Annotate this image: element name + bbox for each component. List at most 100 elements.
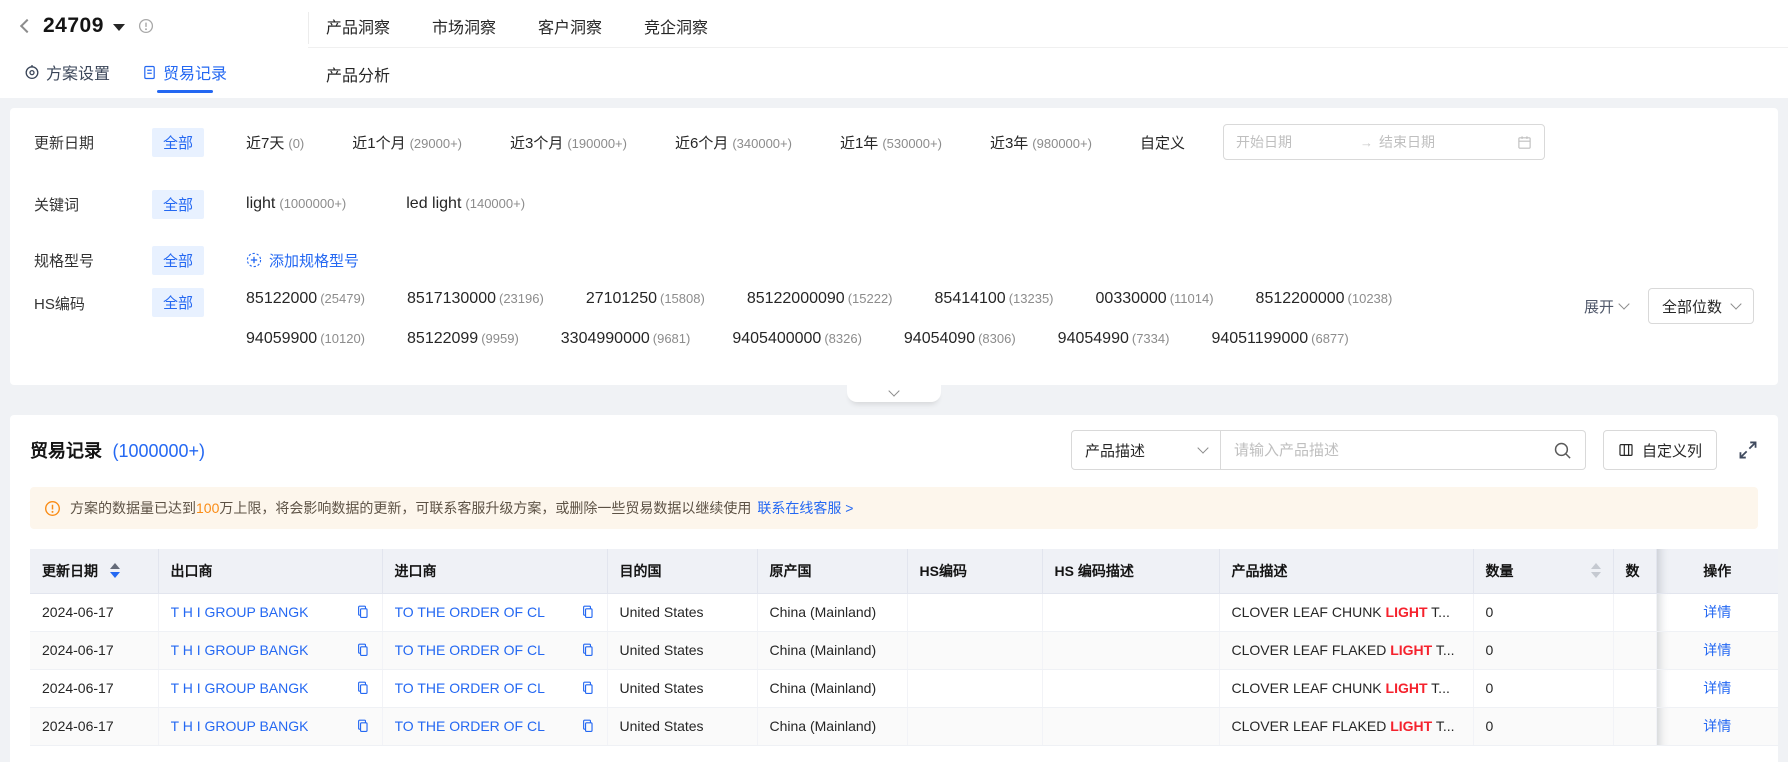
hs-all-chip[interactable]: 全部 xyxy=(152,288,205,317)
hs-code-option[interactable]: 3304990000 (9681) xyxy=(561,330,691,348)
col-truncated: 数 xyxy=(1613,549,1657,594)
hs-code-option[interactable]: 94054990 (7334) xyxy=(1058,330,1170,348)
hs-code-option[interactable]: 85122000 (25479) xyxy=(246,290,365,308)
exporter-link[interactable]: T H I GROUP BANGK xyxy=(171,642,309,658)
start-date-input[interactable] xyxy=(1235,134,1354,150)
tab-product-insight[interactable]: 产品洞察 xyxy=(326,14,390,38)
exporter-link[interactable]: T H I GROUP BANGK xyxy=(171,680,309,696)
fullscreen-icon[interactable] xyxy=(1738,440,1758,460)
chevron-down-icon xyxy=(1730,298,1742,310)
end-date-input[interactable] xyxy=(1378,134,1497,150)
keyword-option[interactable]: led light (140000+) xyxy=(406,195,525,213)
hs-code-option[interactable]: 94054090 (8306) xyxy=(904,330,1016,348)
filter-label: 规格型号 xyxy=(34,252,95,270)
table-row: 2024-06-17 T H I GROUP BANGK TO THE ORDE… xyxy=(30,593,1778,632)
hs-code-option[interactable]: 85122099 (9959) xyxy=(407,330,519,348)
sort-update-date[interactable] xyxy=(110,563,120,579)
hs-code-option[interactable]: 00330000 (11014) xyxy=(1096,290,1214,308)
product-desc-cell: CLOVER LEAF FLAKED LIGHT T... xyxy=(1219,631,1474,670)
add-spec-button[interactable]: 添加规格型号 xyxy=(246,250,359,271)
importer-link[interactable]: TO THE ORDER OF CL xyxy=(395,680,545,696)
back-icon[interactable] xyxy=(19,18,35,34)
keyword-all-chip[interactable]: 全部 xyxy=(152,189,205,219)
product-desc-cell: CLOVER LEAF CHUNK LIGHT T... xyxy=(1219,593,1474,632)
detail-link[interactable]: 详情 xyxy=(1656,707,1778,746)
update-date-option[interactable]: 近3年 (980000+) xyxy=(990,132,1092,153)
update-date-option[interactable]: 近6个月 (340000+) xyxy=(675,132,792,153)
update-date-option[interactable]: 近1年 (530000+) xyxy=(840,132,942,153)
col-exporter: 出口商 xyxy=(158,549,383,594)
filter-row-hs-code: HS编码 全部 85122000 (25479) 8517130000 (23196… xyxy=(34,288,1754,358)
warning-icon xyxy=(44,500,61,517)
plan-settings-icon xyxy=(24,64,40,80)
header-divider xyxy=(308,12,309,44)
copy-icon[interactable] xyxy=(581,643,595,657)
search-icon[interactable] xyxy=(1553,441,1572,460)
filter-row-keyword: 关键词 全部 light (1000000+) led light (140000+… xyxy=(34,189,1754,219)
date-range-picker[interactable]: → xyxy=(1222,124,1545,160)
custom-date-label[interactable]: 自定义 xyxy=(1140,132,1185,153)
detail-link[interactable]: 详情 xyxy=(1656,669,1778,708)
filter-panel: 更新日期 全部 近7天 (0) 近1个月 (29000+) 近3个月 (190000+… xyxy=(10,108,1778,402)
update-date-all-chip[interactable]: 全部 xyxy=(152,127,205,157)
tab-customer-insight[interactable]: 客户洞察 xyxy=(538,14,602,38)
copy-icon[interactable] xyxy=(356,643,370,657)
exporter-link[interactable]: T H I GROUP BANGK xyxy=(171,718,309,734)
table-row: 2024-06-17 T H I GROUP BANGK TO THE ORDE… xyxy=(30,631,1778,670)
filter-row-update-date: 更新日期 全部 近7天 (0) 近1个月 (29000+) 近3个月 (190000+… xyxy=(34,124,1754,160)
col-product-desc: 产品描述 xyxy=(1219,549,1474,594)
hs-code-option[interactable]: 85122000090 (15222) xyxy=(747,290,893,308)
chevron-down-icon xyxy=(1618,298,1630,310)
table-row: 2024-06-17 T H I GROUP BANGK TO THE ORDE… xyxy=(30,669,1778,708)
spec-all-chip[interactable]: 全部 xyxy=(152,245,205,275)
copy-icon[interactable] xyxy=(581,605,595,619)
detail-link[interactable]: 详情 xyxy=(1656,631,1778,670)
importer-link[interactable]: TO THE ORDER OF CL xyxy=(395,604,545,620)
exporter-link[interactable]: T H I GROUP BANGK xyxy=(171,604,309,620)
keyword-option[interactable]: light (1000000+) xyxy=(246,195,346,213)
hs-code-option[interactable]: 94051199000 (6877) xyxy=(1211,330,1348,348)
tab-product-analysis[interactable]: 产品分析 xyxy=(326,62,390,86)
search-input[interactable] xyxy=(1233,441,1553,459)
chevron-down-icon xyxy=(1197,442,1209,454)
hs-code-option[interactable]: 9405400000 (8326) xyxy=(732,330,862,348)
trade-records-table: 更新日期 出口商 进口商 目的国 原产国 HS编码 HS 编码描述 产品描述 数… xyxy=(30,549,1778,746)
hs-expand-toggle[interactable]: 展开 xyxy=(1584,296,1630,317)
customize-columns-button[interactable]: 自定义列 xyxy=(1602,430,1717,470)
importer-link[interactable]: TO THE ORDER OF CL xyxy=(395,718,545,734)
plan-dropdown-icon[interactable] xyxy=(112,24,125,31)
importer-link[interactable]: TO THE ORDER OF CL xyxy=(395,642,545,658)
info-icon[interactable] xyxy=(138,18,154,34)
copy-icon[interactable] xyxy=(581,719,595,733)
product-desc-cell: CLOVER LEAF CHUNK LIGHT T... xyxy=(1219,669,1474,708)
trade-records-panel: 贸易记录 (1000000+) 产品描述 自定义列 xyxy=(10,415,1778,762)
copy-icon[interactable] xyxy=(356,681,370,695)
copy-icon[interactable] xyxy=(356,605,370,619)
hs-code-option[interactable]: 8517130000 (23196) xyxy=(407,290,544,308)
update-date-option[interactable]: 近7天 (0) xyxy=(246,132,304,153)
col-importer: 进口商 xyxy=(382,549,608,594)
subnav-label: 方案设置 xyxy=(46,66,111,83)
hs-code-option[interactable]: 94059900 (10120) xyxy=(246,330,365,348)
tab-competitor-insight[interactable]: 竞企洞察 xyxy=(644,14,708,38)
copy-icon[interactable] xyxy=(581,681,595,695)
plan-id: 24709 xyxy=(43,14,104,37)
hs-code-option[interactable]: 27101250 (15808) xyxy=(586,290,705,308)
subnav-item-trade-records[interactable]: 贸易记录 xyxy=(142,60,227,84)
update-date-option[interactable]: 近3个月 (190000+) xyxy=(510,132,627,153)
plan-header: 24709 xyxy=(19,14,154,38)
contact-support-link[interactable]: 联系在线客服 > xyxy=(757,500,853,516)
records-count: (1000000+) xyxy=(112,441,206,461)
subnav-item-plan-settings[interactable]: 方案设置 xyxy=(24,60,110,84)
hs-code-option[interactable]: 8512200000 (10238) xyxy=(1256,290,1393,308)
range-separator-icon: → xyxy=(1359,134,1373,150)
detail-link[interactable]: 详情 xyxy=(1656,593,1778,632)
search-field-select[interactable]: 产品描述 xyxy=(1070,430,1221,470)
sort-quantity[interactable] xyxy=(1590,563,1601,579)
hs-digits-select[interactable]: 全部位数 xyxy=(1647,288,1754,324)
hs-code-option[interactable]: 85414100 (13235) xyxy=(935,290,1054,308)
tab-market-insight[interactable]: 市场洞察 xyxy=(432,14,496,38)
copy-icon[interactable] xyxy=(356,719,370,733)
update-date-option[interactable]: 近1个月 (29000+) xyxy=(352,132,462,153)
collapse-filter-button[interactable] xyxy=(847,385,941,402)
